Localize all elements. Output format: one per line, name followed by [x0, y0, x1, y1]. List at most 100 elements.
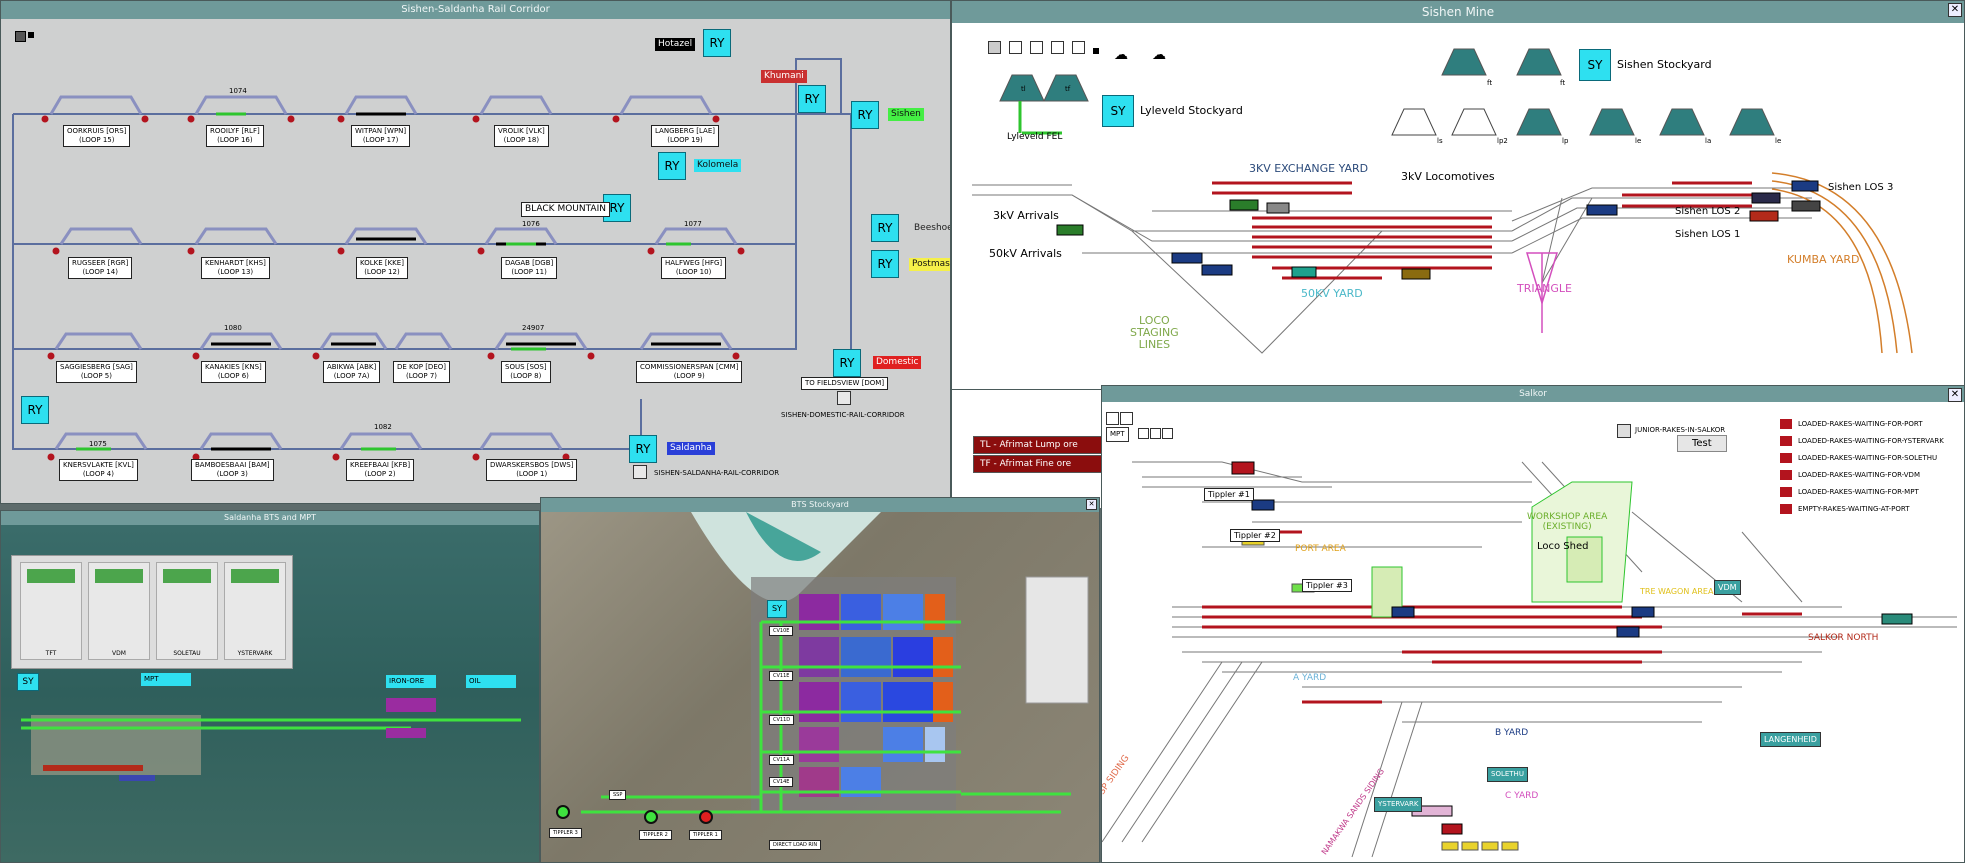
solethu-label[interactable]: SOLETHU — [1487, 767, 1528, 782]
loop-label[interactable]: LANGBERG [LAE] (LOOP 19) — [651, 125, 719, 147]
salkor-titlebar[interactable]: Salkor ✕ — [1102, 386, 1964, 402]
jetty-diagram — [21, 698, 521, 781]
pile-label: la — [1705, 137, 1712, 145]
ry-button-domestic[interactable]: RY — [833, 349, 861, 377]
tippler-3-label[interactable]: Tippler #3 — [1302, 579, 1352, 592]
train-number[interactable]: 1082 — [371, 421, 395, 434]
arrivals-3kv-label: 3kV Arrivals — [993, 209, 1059, 222]
pile-label: lp — [1562, 137, 1569, 145]
loop-label[interactable]: DWARSKERSBOS [DWS] (LOOP 1) — [486, 459, 578, 481]
sy-bts[interactable]: SY — [767, 600, 787, 618]
tippler-1-label[interactable]: Tippler #1 — [1204, 488, 1254, 501]
loop-name: SOUS [SOS] — [505, 363, 547, 371]
loop-label[interactable]: DAGAB [DGB] (LOOP 11) — [501, 257, 558, 279]
corridor-link-icon[interactable] — [837, 391, 851, 405]
tippler-2-label[interactable]: Tippler #2 — [1230, 529, 1280, 542]
ystervark-label[interactable]: YSTERVARK — [1374, 797, 1423, 812]
sishen-mine-titlebar[interactable]: Sishen Mine ✕ — [952, 1, 1964, 23]
loop-label[interactable]: ROOILYF [RLF] (LOOP 16) — [206, 125, 264, 147]
loop-label[interactable]: BAMBOESBAAI [BAM] (LOOP 3) — [191, 459, 274, 481]
ssp-label[interactable]: SSP — [609, 790, 627, 800]
loop-name: COMMISSIONERSPAN [CMM] — [640, 363, 739, 371]
loco-staging-label: LOCO STAGING LINES — [1130, 315, 1179, 351]
sy-sishen[interactable]: SY — [1579, 49, 1611, 81]
close-icon[interactable]: ✕ — [1948, 388, 1962, 402]
loop-label[interactable]: COMMISSIONERSPAN [CMM] (LOOP 9) — [636, 361, 743, 383]
ry-button-sishen[interactable]: RY — [851, 101, 879, 129]
conveyor-label[interactable]: CV10E — [769, 626, 794, 636]
place-hotazel[interactable]: Hotazel — [655, 38, 696, 51]
train-number[interactable]: 1074 — [226, 85, 250, 98]
loop-number: (LOOP 16) — [217, 136, 253, 144]
conveyor-label[interactable]: CV11E — [769, 671, 794, 681]
pile-label: ft — [1487, 79, 1493, 87]
loop-label[interactable]: ABIKWA [ABK] (LOOP 7A) — [323, 361, 381, 383]
lyleveld-stockyard-label: Lyleveld Stockyard — [1140, 104, 1243, 117]
place-sishen[interactable]: Sishen — [888, 108, 924, 121]
saldanha-corridor-label: SISHEN-SALDANHA-RAIL-CORRIDOR — [654, 469, 780, 477]
sy-lyleveld[interactable]: SY — [1102, 95, 1134, 127]
ry-button-hotazel[interactable]: RY — [703, 29, 731, 57]
close-icon[interactable]: ✕ — [1086, 499, 1097, 510]
triangle-label: TRIANGLE — [1517, 282, 1572, 295]
loop-label[interactable]: HALFWEG [HFG] (LOOP 10) — [661, 257, 727, 279]
locomotives-3kv-label: 3kV Locomotives — [1401, 170, 1495, 183]
loop-number: (LOOP 14) — [82, 268, 118, 276]
saldanha-titlebar[interactable]: Saldanha BTS and MPT — [1, 511, 539, 525]
vdm-label[interactable]: VDM — [1714, 580, 1741, 595]
loop-label[interactable]: SAGGIESBERG [SAG] (LOOP 5) — [56, 361, 137, 383]
loop-label[interactable]: OORKRUIS [ORS] (LOOP 15) — [63, 125, 131, 147]
loop-number: (LOOP 17) — [362, 136, 399, 144]
langenheid-label[interactable]: LANGENHEID — [1760, 732, 1821, 747]
ry-button-khumani[interactable]: RY — [798, 85, 826, 113]
pile-label: ls — [1437, 137, 1443, 145]
loop-label[interactable]: KENHARDT [KHS] (LOOP 13) — [201, 257, 270, 279]
loop-label[interactable]: DE KOP [DEO] (LOOP 7) — [393, 361, 450, 383]
loop-number: (LOOP 11) — [511, 268, 547, 276]
conveyor-label[interactable]: CV11D — [769, 715, 795, 725]
ry-button-west[interactable]: RY — [21, 396, 49, 424]
loop-label[interactable]: RUGSEER [RGR] (LOOP 14) — [68, 257, 133, 279]
tre-wagon-label: TRE WAGON AREA — [1640, 587, 1714, 596]
train-number[interactable]: 1075 — [86, 438, 110, 451]
loop-name: VROLIK [VLK] — [498, 127, 545, 135]
conveyor-label[interactable]: CV14E — [769, 777, 794, 787]
loop-label[interactable]: KOLKE [KKE] (LOOP 12) — [356, 257, 408, 279]
tippler-label[interactable]: TIPPLER 1 — [689, 830, 722, 840]
loop-number: (LOOP 12) — [364, 268, 400, 276]
place-beeshoek[interactable]: Beeshoek — [911, 222, 950, 235]
place-domestic[interactable]: Domestic — [873, 356, 922, 369]
loop-number: (LOOP 18) — [503, 136, 540, 144]
loop-name: KREEFBAAI [KFB] — [350, 461, 411, 469]
loop-label[interactable]: KREEFBAAI [KFB] (LOOP 2) — [346, 459, 415, 481]
to-fieldsview-label[interactable]: TO FIELDSVIEW [DOM] — [801, 377, 889, 390]
bts-titlebar[interactable]: BTS Stockyard ✕ — [541, 498, 1099, 512]
loop-label[interactable]: KANAKIES [KNS] (LOOP 6) — [201, 361, 266, 383]
loop-label[interactable]: SOUS [SOS] (LOOP 8) — [501, 361, 551, 383]
conveyor-label[interactable]: CV11A — [769, 755, 794, 765]
close-icon[interactable]: ✕ — [1948, 3, 1962, 17]
loop-label[interactable]: WITPAN [WPN] (LOOP 17) — [351, 125, 411, 147]
loop-name: OORKRUIS [ORS] — [67, 127, 127, 135]
train-number[interactable]: 24907 — [519, 322, 547, 335]
rail-corridor-titlebar[interactable]: Sishen-Saldanha Rail Corridor — [1, 1, 950, 19]
ry-button-saldanha[interactable]: RY — [629, 435, 657, 463]
loop-label[interactable]: VROLIK [VLK] (LOOP 18) — [494, 125, 549, 147]
ry-button-postmasburg[interactable]: RY — [871, 250, 899, 278]
direct-load-label[interactable]: DIRECT LOAD RIN — [769, 840, 822, 850]
train-number[interactable]: 1076 — [519, 218, 543, 231]
loop-label[interactable]: KNERSVLAKTE [KVL] (LOOP 4) — [59, 459, 138, 481]
place-black-mountain[interactable]: BLACK MOUNTAIN — [521, 202, 610, 217]
corridor-link-icon[interactable] — [633, 465, 647, 479]
place-kolomela[interactable]: Kolomela — [694, 159, 742, 172]
tippler-label[interactable]: TIPPLER 2 — [639, 830, 672, 840]
train-number[interactable]: 1077 — [681, 218, 705, 231]
ry-button-beeshoek[interactable]: RY — [871, 214, 899, 242]
place-postmasburg[interactable]: Postmasburg — [909, 258, 950, 271]
place-saldanha[interactable]: Saldanha — [667, 442, 715, 455]
place-khumani[interactable]: Khumani — [761, 70, 807, 83]
ry-button-kolomela[interactable]: RY — [658, 152, 686, 180]
loop-name: DE KOP [DEO] — [397, 363, 446, 371]
train-number[interactable]: 1080 — [221, 322, 245, 335]
tippler-label[interactable]: TIPPLER 3 — [549, 828, 582, 838]
